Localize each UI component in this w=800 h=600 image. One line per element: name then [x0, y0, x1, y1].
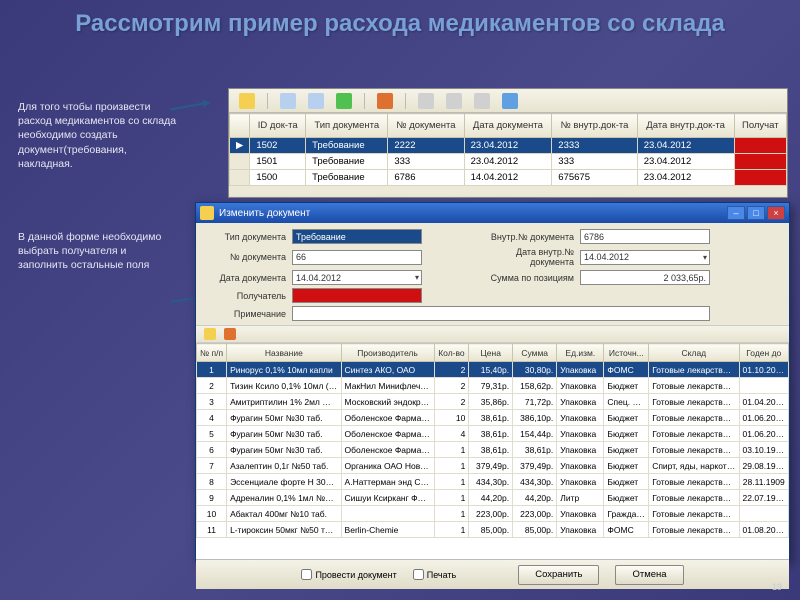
close-button[interactable]: × [767, 206, 785, 220]
edit-document-dialog: Изменить документ – □ × Тип документа Тр… [195, 202, 790, 562]
col-header[interactable]: Кол-во [434, 344, 469, 362]
label-docdate: Дата документа [206, 273, 286, 283]
dialog-title: Изменить документ [219, 208, 310, 219]
dialog-footer: Провести документ Печать Сохранить Отмен… [196, 559, 789, 589]
print-checkbox[interactable]: Печать [413, 569, 456, 580]
instruction-2: В данной форме необходимо выбрать получа… [18, 230, 178, 273]
col-header[interactable]: Цена [469, 344, 513, 362]
table-row[interactable]: 3Амитриптилин 1% 2мл №10…Московский эндо… [197, 394, 789, 410]
page-title: Рассмотрим пример расхода медикаментов с… [0, 0, 800, 42]
col-header[interactable]: Производитель [341, 344, 434, 362]
post-doc-checkbox[interactable]: Провести документ [301, 569, 396, 580]
col-header[interactable]: № внутр.док-та [552, 114, 637, 138]
inner-date-input[interactable]: 14.04.2012 [580, 250, 710, 265]
table-row[interactable]: 6Фурагин 50мг №30 таб.Оболенское Фармаце… [197, 442, 789, 458]
items-grid[interactable]: № п/пНазваниеПроизводительКол-воЦенаСумм… [196, 343, 789, 538]
label-note: Примечание [206, 309, 286, 319]
label-sum: Сумма по позициям [474, 273, 574, 283]
delete-icon[interactable] [377, 93, 393, 109]
dialog-titlebar[interactable]: Изменить документ – □ × [196, 203, 789, 223]
col-header[interactable]: ID док-та [250, 114, 306, 138]
table-row[interactable]: 10Абактал 400мг №10 таб.1223,00р.223,00р… [197, 506, 789, 522]
table-row[interactable]: 5Фурагин 50мг №30 таб.Оболенское Фармаце… [197, 426, 789, 442]
label-innum: Внутр.№ документа [474, 232, 574, 242]
note-input[interactable] [292, 306, 710, 321]
print-icon[interactable] [418, 93, 434, 109]
col-header[interactable]: Ед.изм. [557, 344, 604, 362]
inner-num-input[interactable]: 6786 [580, 229, 710, 244]
col-header[interactable]: Дата документа [464, 114, 552, 138]
col-header[interactable]: № документа [388, 114, 464, 138]
instruction-1: Для того чтобы произвести расход медикам… [18, 100, 178, 171]
refresh-icon[interactable] [502, 93, 518, 109]
col-header[interactable]: № п/п [197, 344, 227, 362]
cancel-button[interactable]: Отмена [615, 565, 683, 585]
table-row[interactable]: 8Эссенциале форте Н 300мг …А.Наттерман э… [197, 474, 789, 490]
label-docnum: № документа [206, 252, 286, 262]
doc-date-input[interactable]: 14.04.2012 [292, 270, 422, 285]
table-row[interactable]: 1501Требование33323.04.201233323.04.2012 [230, 154, 787, 170]
slide-number: 19 [772, 582, 782, 592]
new-doc-icon[interactable] [239, 93, 255, 109]
col-header[interactable]: Годен до [739, 344, 788, 362]
excel-icon[interactable] [336, 93, 352, 109]
toolbar [229, 89, 787, 113]
col-header[interactable]: Дата внутр.док-та [637, 114, 734, 138]
label-recipient: Получатель [206, 291, 286, 301]
col-header[interactable]: Тип документа [306, 114, 388, 138]
copy-icon[interactable] [308, 93, 324, 109]
items-toolbar [196, 325, 789, 343]
recipient-select[interactable] [292, 288, 422, 303]
app-icon [200, 206, 214, 220]
doc-num-input[interactable]: 66 [292, 250, 422, 265]
save-button[interactable]: Сохранить [518, 565, 599, 585]
table-row[interactable]: 4Фурагин 50мг №30 таб.Оболенское Фармаце… [197, 410, 789, 426]
label-type: Тип документа [206, 232, 286, 242]
sum-display: 2 033,65р. [580, 270, 710, 285]
col-header[interactable]: Сумма [513, 344, 557, 362]
print2-icon[interactable] [474, 93, 490, 109]
label-indate: Дата внутр.№ документа [474, 247, 574, 267]
table-row[interactable]: ▶1502Требование222223.04.2012233323.04.2… [230, 138, 787, 154]
col-header[interactable]: Название [227, 344, 341, 362]
doc-type-select[interactable]: Требование [292, 229, 422, 244]
table-row[interactable]: 9Адреналин 0,1% 1мл №5 а…Сишуи Ксирканг … [197, 490, 789, 506]
remove-item-icon[interactable] [224, 328, 236, 340]
maximize-button[interactable]: □ [747, 206, 765, 220]
edit-icon[interactable] [280, 93, 296, 109]
add-item-icon[interactable] [204, 328, 216, 340]
table-row[interactable]: 7Азалептин 0,1г №50 таб.Органика ОАО Нов… [197, 458, 789, 474]
table-row[interactable]: 2Тизин Ксило 0,1% 10мл (70…МакНил Минифл… [197, 378, 789, 394]
form-panel: Тип документа Требование Внутр.№ докумен… [196, 223, 789, 325]
table-row[interactable]: 1500Требование678614.04.201267567523.04.… [230, 170, 787, 186]
minimize-button[interactable]: – [727, 206, 745, 220]
table-row[interactable]: 1Риноруc 0,1% 10мл каплиСинтез АКО, ОАО2… [197, 362, 789, 378]
col-header[interactable]: Источн... [604, 344, 649, 362]
document-list-window: ID док-таТип документа№ документаДата до… [228, 88, 788, 198]
document-grid[interactable]: ID док-таТип документа№ документаДата до… [229, 113, 787, 186]
col-header[interactable]: Получат [734, 114, 786, 138]
table-row[interactable]: 11L-тироксин 50мкг №50 таб…Berlin-Chemie… [197, 522, 789, 538]
preview-icon[interactable] [446, 93, 462, 109]
col-header[interactable]: Склад [649, 344, 739, 362]
